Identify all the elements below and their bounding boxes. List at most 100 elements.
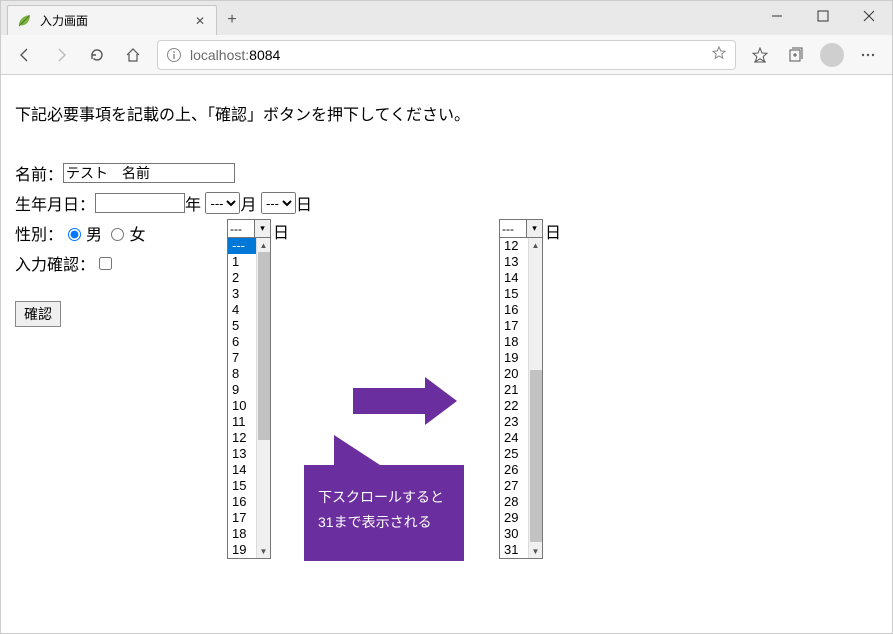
dropdown-option[interactable]: --- [228, 238, 256, 254]
scroll-down-icon[interactable]: ▼ [529, 544, 542, 558]
back-button[interactable] [9, 39, 41, 71]
dropdown-option[interactable]: 19 [228, 542, 256, 558]
dropdown-option[interactable]: 10 [228, 398, 256, 414]
leaf-icon [16, 13, 32, 29]
dropdown-option[interactable]: 16 [228, 494, 256, 510]
input-confirm-label: 入力確認： [15, 251, 95, 275]
dropdown-option[interactable]: 13 [500, 254, 528, 270]
dropdown-option[interactable]: 18 [500, 334, 528, 350]
dropdown-option[interactable]: 17 [500, 318, 528, 334]
day-dropdown-open-right: --- ▾ 1213141516171819202122232425262728… [499, 219, 543, 559]
dropdown-option[interactable]: 12 [500, 238, 528, 254]
window-controls [754, 1, 892, 31]
dropdown-option[interactable]: 15 [228, 478, 256, 494]
site-info-icon[interactable] [166, 47, 182, 63]
day-select[interactable]: --- [261, 192, 296, 214]
dropdown-header[interactable]: --- ▾ [228, 220, 270, 238]
row-gender: 性別： 男 女 [15, 221, 878, 245]
name-input[interactable] [63, 163, 235, 183]
dropdown-option[interactable]: 25 [500, 446, 528, 462]
dropdown-option[interactable]: 27 [500, 478, 528, 494]
dropdown-option[interactable]: 28 [500, 494, 528, 510]
dropdown-option[interactable]: 17 [228, 510, 256, 526]
chevron-down-icon: ▾ [526, 220, 542, 237]
dropdown-option[interactable]: 20 [500, 366, 528, 382]
dropdown-option[interactable]: 9 [228, 382, 256, 398]
favorite-icon[interactable] [711, 45, 727, 64]
input-confirm-checkbox[interactable] [99, 257, 112, 270]
year-input[interactable] [95, 193, 185, 213]
annotation-callout: 下スクロールすると 31まで表示される [304, 465, 464, 561]
tab-strip: 入力画面 ✕ + [1, 1, 247, 35]
scroll-up-icon[interactable]: ▲ [529, 238, 542, 252]
dropdown-option[interactable]: 13 [228, 446, 256, 462]
birthdate-label: 生年月日： [15, 191, 95, 215]
dropdown-header[interactable]: --- ▾ [500, 220, 542, 238]
dropdown-option[interactable]: 22 [500, 398, 528, 414]
profile-button[interactable] [816, 39, 848, 71]
dropdown-items[interactable]: ---12345678910111213141516171819 [228, 238, 256, 558]
dropdown-option[interactable]: 16 [500, 302, 528, 318]
scroll-thumb[interactable] [258, 252, 270, 440]
maximize-button[interactable] [800, 1, 846, 31]
tab-close-icon[interactable]: ✕ [192, 14, 208, 28]
collections-button[interactable] [780, 39, 812, 71]
scrollbar[interactable]: ▲ ▼ [528, 238, 542, 558]
gender-male-radio[interactable] [68, 228, 81, 241]
dropdown-option[interactable]: 21 [500, 382, 528, 398]
more-button[interactable] [852, 39, 884, 71]
row-name: 名前： [15, 161, 878, 185]
dropdown-option[interactable]: 3 [228, 286, 256, 302]
dropdown-option[interactable]: 7 [228, 350, 256, 366]
dropdown-option[interactable]: 31 [500, 542, 528, 558]
address-bar[interactable]: localhost:8084 [157, 40, 736, 70]
dropdown-option[interactable]: 2 [228, 270, 256, 286]
row-birthdate: 生年月日： 年 --- 月 --- 日 [15, 191, 878, 215]
dropdown-option[interactable]: 23 [500, 414, 528, 430]
annotation-line2: 31まで表示される [318, 510, 450, 535]
day-suffix-left: 日 [273, 219, 289, 243]
forward-button[interactable] [45, 39, 77, 71]
dropdown-option[interactable]: 11 [228, 414, 256, 430]
dropdown-items[interactable]: 1213141516171819202122232425262728293031 [500, 238, 528, 558]
dropdown-option[interactable]: 26 [500, 462, 528, 478]
dropdown-option[interactable]: 15 [500, 286, 528, 302]
dropdown-option[interactable]: 24 [500, 430, 528, 446]
dropdown-option[interactable]: 29 [500, 510, 528, 526]
gender-female-label: 女 [129, 221, 145, 245]
tab-active[interactable]: 入力画面 ✕ [7, 5, 217, 35]
dropdown-option[interactable]: 19 [500, 350, 528, 366]
row-input-confirm: 入力確認： [15, 251, 878, 275]
year-suffix: 年 [185, 191, 201, 215]
gender-male-label: 男 [86, 221, 102, 245]
close-window-button[interactable] [846, 1, 892, 31]
new-tab-button[interactable]: + [217, 5, 247, 35]
dropdown-option[interactable]: 5 [228, 318, 256, 334]
gender-female-radio[interactable] [111, 228, 124, 241]
confirm-button[interactable]: 確認 [15, 301, 61, 327]
avatar-icon [820, 43, 844, 67]
scroll-down-icon[interactable]: ▼ [257, 544, 270, 558]
dropdown-option[interactable]: 4 [228, 302, 256, 318]
dropdown-option[interactable]: 1 [228, 254, 256, 270]
page-content: 下記必要事項を記載の上、「確認」ボタンを押下してください。 名前： 生年月日： … [1, 75, 892, 633]
favorites-button[interactable] [744, 39, 776, 71]
month-suffix: 月 [240, 191, 256, 215]
refresh-button[interactable] [81, 39, 113, 71]
month-select[interactable]: --- [205, 192, 240, 214]
minimize-button[interactable] [754, 1, 800, 31]
dropdown-option[interactable]: 14 [228, 462, 256, 478]
dropdown-option[interactable]: 6 [228, 334, 256, 350]
home-button[interactable] [117, 39, 149, 71]
day-dropdown-open-left: --- ▾ ---12345678910111213141516171819 ▲… [227, 219, 271, 559]
dropdown-option[interactable]: 8 [228, 366, 256, 382]
dropdown-option[interactable]: 30 [500, 526, 528, 542]
dropdown-option[interactable]: 14 [500, 270, 528, 286]
scrollbar[interactable]: ▲ ▼ [256, 238, 270, 558]
day-suffix-right: 日 [545, 219, 561, 243]
dropdown-option[interactable]: 18 [228, 526, 256, 542]
scroll-thumb[interactable] [530, 370, 542, 542]
dropdown-option[interactable]: 12 [228, 430, 256, 446]
scroll-up-icon[interactable]: ▲ [257, 238, 270, 252]
day-suffix: 日 [296, 191, 312, 215]
